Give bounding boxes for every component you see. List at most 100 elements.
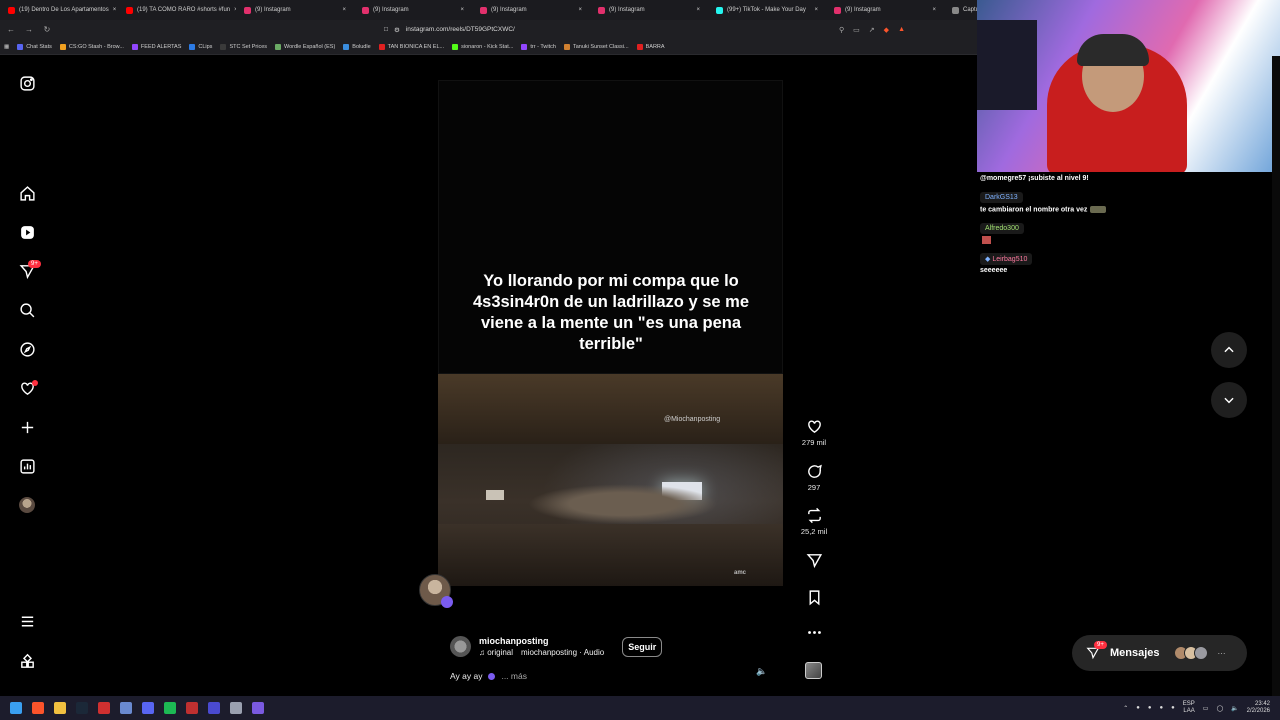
bookmark-favicon-icon [563,43,570,50]
bookmark-item[interactable]: CLips [189,43,212,50]
reel-info: miochanposting ♫ original miochanposting… [450,636,770,681]
browser-tab[interactable]: (9) Instagram × [236,0,354,20]
bookmark-item[interactable]: CS:GO Stash - Brow... [59,43,124,50]
back-icon[interactable]: ← [4,23,18,37]
url-field[interactable]: □ ⚙ instagram.com/reels/DT59GPtCXWC/ [384,26,515,34]
page-scrollbar[interactable] [1272,56,1280,696]
bookmark-item[interactable]: Tanuki Sunset Classi... [563,43,629,50]
obs-icon[interactable] [98,702,110,714]
tray-app-icon[interactable]: ● [1136,705,1140,711]
volume-icon[interactable]: 🔈 [756,666,767,677]
forward-icon[interactable]: → [22,23,36,37]
tab-close-icon[interactable]: × [814,7,818,13]
browser-tab[interactable]: (19) TA COMO RARO #shorts #fun × [118,0,236,20]
monitor-icon[interactable]: ▭ [1203,705,1209,712]
bookmark-item[interactable]: Boludle [343,43,371,50]
browser-tab[interactable]: (9) Instagram × [472,0,590,20]
browser-tab[interactable]: (9) Instagram × [826,0,944,20]
brave-shield-icon[interactable]: ◆ [884,26,889,34]
windows-start-icon[interactable] [10,702,22,714]
chat-username: DarkGS13 [980,192,1023,203]
creator-story-avatar[interactable] [419,574,453,608]
next-reel-button[interactable] [1211,382,1247,418]
browser-tab[interactable]: (9) Instagram × [590,0,708,20]
app-tray-icon[interactable]: ● [1171,705,1175,711]
instagram-logo-icon[interactable] [18,74,36,92]
clock[interactable]: 23:42 2/2/2026 [1247,701,1270,715]
reels-icon[interactable] [18,223,36,241]
mic-icon[interactable]: ● [1148,705,1152,711]
streamlabs-icon[interactable] [186,702,198,714]
reel-video-frame[interactable]: @Miochanposting amc [438,374,783,586]
reel-caption[interactable]: Ay ay ay ... más [450,671,770,681]
discord-icon[interactable] [142,702,154,714]
comment-button[interactable]: 297 [796,463,832,492]
search-icon[interactable] [18,301,36,319]
bookmark-item[interactable]: sionaron - Kick Stat... [452,43,513,50]
messages-button[interactable]: 9+ Mensajes ··· [1072,635,1247,671]
brave-browser-icon[interactable] [32,702,44,714]
follow-button[interactable]: Seguir [622,636,663,657]
more-link[interactable]: ... más [501,671,527,681]
app-tray-icon[interactable]: ● [1160,705,1164,711]
tab-close-icon[interactable]: × [113,7,117,13]
also-from-meta-icon[interactable] [18,652,36,670]
reel-player[interactable]: Yo llorando por mi compa que lo 4s3sin4r… [438,80,783,692]
repost-button[interactable]: 25,2 mil [796,507,832,536]
reload-icon[interactable]: ↻ [40,23,54,37]
menu-icon[interactable] [18,612,36,630]
bookmark-item[interactable]: Wordle Español (ES) [275,43,335,50]
dashboard-icon[interactable] [18,457,36,475]
spotify-icon[interactable] [164,702,176,714]
rewards-icon[interactable]: ▲ [898,26,905,34]
bookmark-item[interactable]: STC Set Prices [220,43,267,50]
tab-close-icon[interactable]: × [342,7,346,13]
browser-tab[interactable]: Captur× [944,0,977,20]
creator-pfp[interactable] [450,636,471,657]
app-icon[interactable] [120,702,132,714]
keyboard-language[interactable]: ESP LAA [1183,701,1195,715]
cast-icon[interactable]: ▭ [853,26,860,34]
previous-reel-button[interactable] [1211,332,1247,368]
app-icon[interactable] [208,702,220,714]
steam-icon[interactable] [76,702,88,714]
bookmark-icon[interactable]: □ [384,26,388,33]
app-icon[interactable] [230,702,242,714]
bookmark-item[interactable]: FEED ALERTAS [131,43,181,50]
profile-avatar[interactable] [19,497,35,513]
bookmark-item[interactable]: trr - Twitch [521,43,556,50]
tab-favicon-icon [126,6,133,14]
tray-chevron-icon[interactable]: ⌃ [1123,705,1128,712]
creator-username[interactable]: miochanposting [479,636,604,646]
create-icon[interactable] [18,418,36,436]
bookmark-item[interactable]: TAN BIONICA EN EL... [378,43,444,50]
share-icon[interactable]: ↗ [869,26,875,34]
bookmark-item[interactable]: BARRA [636,43,665,50]
tab-close-icon[interactable]: × [460,7,464,13]
apps-icon[interactable]: ▦ [4,44,9,50]
like-button[interactable]: 279 mil [796,418,832,447]
share-button[interactable] [796,552,832,569]
save-button[interactable] [796,589,832,606]
explore-icon[interactable] [18,340,36,358]
zoom-icon[interactable]: ⚲ [839,26,844,34]
tab-close-icon[interactable]: × [932,7,936,13]
notifications-badge: 9+ [28,260,41,268]
wifi-icon[interactable]: ◯ [1216,705,1223,712]
site-info-icon[interactable]: ⚙ [394,26,400,34]
audio-info[interactable]: ♫ original miochanposting · Audio [479,648,604,657]
bookmark-item[interactable]: Chat Stats [17,43,52,50]
browser-tab[interactable]: (9) Instagram × [354,0,472,20]
tab-close-icon[interactable]: × [578,7,582,13]
home-icon[interactable] [18,184,36,202]
bookmark-favicon-icon [521,43,528,50]
file-explorer-icon[interactable] [54,702,66,714]
audio-thumbnail[interactable] [805,662,822,679]
app-icon[interactable] [252,702,264,714]
browser-tab[interactable]: (19) Dentro De Los Apartamentos × [0,0,118,20]
speaker-icon[interactable]: 🔈 [1231,705,1238,712]
more-options-button[interactable] [796,624,832,641]
browser-tab[interactable]: (99+) TikTok - Make Your Day × [708,0,826,20]
bookmark-save-icon [809,590,819,606]
tab-close-icon[interactable]: × [696,7,700,13]
